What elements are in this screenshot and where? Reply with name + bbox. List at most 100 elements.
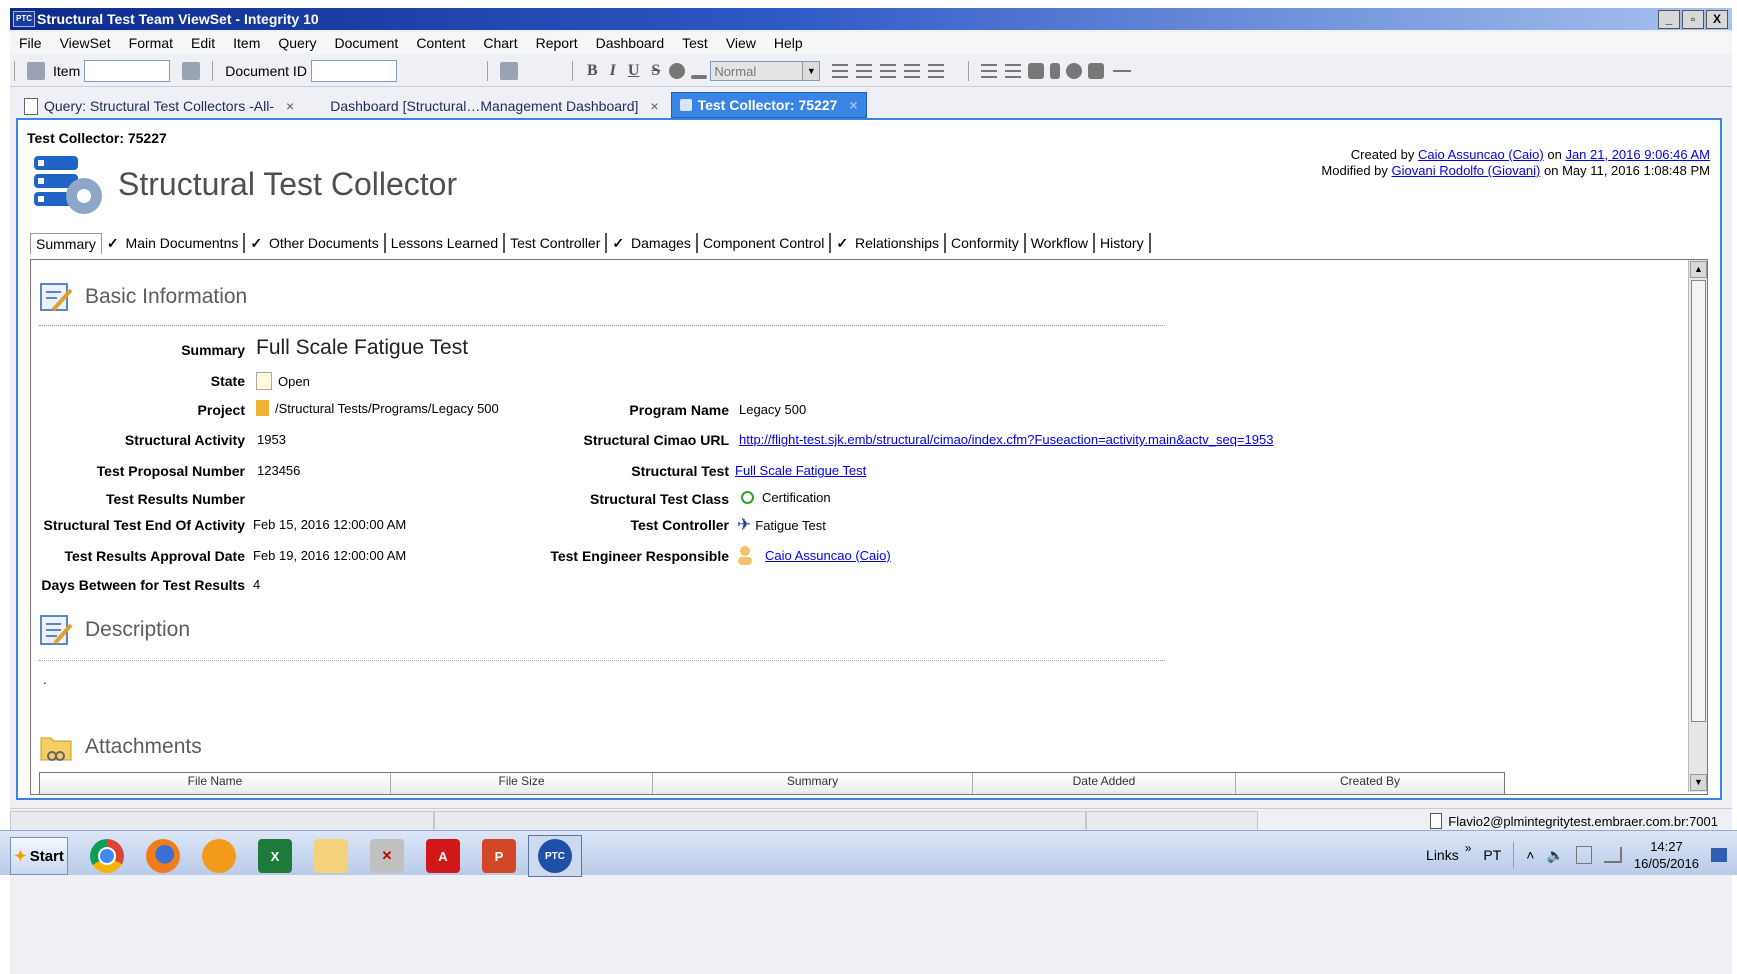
tab-test-controller[interactable]: Test Controller bbox=[505, 233, 608, 253]
menu-dashboard[interactable]: Dashboard bbox=[587, 35, 674, 51]
scroll-thumb[interactable] bbox=[1691, 280, 1706, 722]
title-bar: PTC Structural Test Team ViewSet - Integ… bbox=[10, 8, 1732, 30]
app3-taskbar-button[interactable] bbox=[192, 835, 246, 877]
menu-document[interactable]: Document bbox=[326, 35, 408, 51]
menu-edit[interactable]: Edit bbox=[182, 35, 224, 51]
basic-information-title: Basic Information bbox=[85, 285, 248, 308]
scroll-up-icon[interactable]: ▲ bbox=[1690, 261, 1707, 278]
insert-image-icon[interactable] bbox=[1028, 63, 1045, 79]
restore-button[interactable]: ▫ bbox=[1682, 10, 1704, 29]
strikethrough-button[interactable]: S bbox=[651, 62, 660, 80]
insert-table-icon[interactable] bbox=[1088, 63, 1105, 79]
tab-workflow[interactable]: Workflow bbox=[1026, 233, 1096, 253]
chevron-right-icon[interactable]: » bbox=[1465, 841, 1472, 855]
network-icon[interactable] bbox=[1575, 846, 1592, 864]
attachments-title: Attachments bbox=[85, 735, 202, 758]
chrome-taskbar-button[interactable] bbox=[80, 835, 134, 877]
project-folder-icon bbox=[256, 400, 269, 416]
tab-summary[interactable]: Summary bbox=[30, 232, 102, 254]
modified-by-link[interactable]: Giovani Rodolfo (Giovani) bbox=[1392, 163, 1541, 178]
tab-test-collector[interactable]: Test Collector: 75227 × bbox=[670, 92, 867, 118]
tab-component-control[interactable]: Component Control bbox=[698, 233, 832, 253]
outdent-icon[interactable] bbox=[904, 64, 921, 78]
chevron-down-icon[interactable]: ▼ bbox=[802, 62, 820, 80]
item-id-input[interactable] bbox=[84, 60, 171, 82]
close-icon[interactable]: × bbox=[849, 97, 857, 113]
menu-format[interactable]: Format bbox=[120, 35, 182, 51]
tab-relationships[interactable]: ✓ Relationships bbox=[831, 233, 947, 253]
paragraph-style-select[interactable]: Normal ▼ bbox=[710, 61, 821, 81]
structural-test-link[interactable]: Full Scale Fatigue Test bbox=[735, 463, 866, 478]
show-hidden-icons-icon[interactable]: ˄ bbox=[1526, 847, 1534, 863]
menu-help[interactable]: Help bbox=[765, 35, 812, 51]
align-right-icon[interactable] bbox=[880, 64, 897, 78]
column-summary[interactable]: Summary bbox=[653, 773, 973, 794]
go-item-icon[interactable] bbox=[182, 62, 201, 80]
tab-damages[interactable]: ✓ Damages bbox=[607, 233, 698, 253]
menu-test[interactable]: Test bbox=[673, 35, 717, 51]
tab-other-documents[interactable]: ✓ Other Documents bbox=[245, 233, 386, 253]
engineer-link[interactable]: Caio Assuncao (Caio) bbox=[765, 548, 891, 563]
menu-file[interactable]: File bbox=[10, 35, 51, 51]
structural-test-label: Structural Test bbox=[631, 463, 729, 479]
check-icon: ✓ bbox=[612, 235, 625, 251]
signal-icon[interactable] bbox=[1603, 847, 1622, 863]
menu-report[interactable]: Report bbox=[527, 35, 587, 51]
insert-attachment-icon[interactable] bbox=[1050, 63, 1061, 79]
menu-chart[interactable]: Chart bbox=[474, 35, 526, 51]
integrity-taskbar-button[interactable]: PTC bbox=[528, 835, 582, 877]
minimize-button[interactable]: _ bbox=[1658, 10, 1680, 29]
tab-dashboard[interactable]: Dashboard [Structural…Management Dashboa… bbox=[322, 94, 666, 118]
align-center-icon[interactable] bbox=[856, 64, 873, 78]
menu-item[interactable]: Item bbox=[224, 35, 269, 51]
close-button[interactable]: X bbox=[1706, 10, 1728, 29]
document-id-input[interactable] bbox=[310, 60, 397, 82]
cimao-url-link[interactable]: http://flight-test.sjk.emb/structural/ci… bbox=[739, 432, 1273, 447]
clock[interactable]: 14:27 16/05/2016 bbox=[1634, 838, 1699, 872]
app6-taskbar-button[interactable]: ✕ bbox=[360, 835, 414, 877]
menu-query[interactable]: Query bbox=[269, 35, 325, 51]
language-indicator[interactable]: PT bbox=[1483, 847, 1501, 863]
excel-taskbar-button[interactable]: X bbox=[248, 835, 302, 877]
close-icon[interactable]: × bbox=[286, 98, 294, 114]
created-date-link[interactable]: Jan 21, 2016 9:06:46 AM bbox=[1565, 147, 1710, 162]
vertical-scrollbar[interactable]: ▲ ▼ bbox=[1688, 260, 1707, 792]
bullet-list-icon[interactable] bbox=[1005, 64, 1022, 78]
start-button[interactable]: ✦ Start bbox=[10, 837, 68, 875]
acrobat-taskbar-button[interactable]: A bbox=[416, 835, 470, 877]
powerpoint-taskbar-button[interactable]: P bbox=[472, 835, 526, 877]
tab-query[interactable]: Query: Structural Test Collectors -All- … bbox=[16, 94, 302, 118]
underline-button[interactable]: U bbox=[628, 62, 640, 80]
column-file-name[interactable]: File Name bbox=[40, 773, 391, 794]
bold-button[interactable]: B bbox=[587, 62, 598, 80]
tab-main-documents[interactable]: ✓ Main Documentns bbox=[102, 233, 246, 253]
explorer-taskbar-button[interactable] bbox=[304, 835, 358, 877]
edit-item-icon[interactable] bbox=[27, 62, 45, 80]
numbered-list-icon[interactable] bbox=[981, 64, 998, 78]
column-created-by[interactable]: Created By bbox=[1236, 773, 1504, 794]
align-left-icon[interactable] bbox=[832, 64, 849, 78]
created-by-link[interactable]: Caio Assuncao (Caio) bbox=[1418, 147, 1544, 162]
menu-content[interactable]: Content bbox=[407, 35, 474, 51]
italic-button[interactable]: I bbox=[610, 62, 616, 80]
pen-color-icon[interactable] bbox=[691, 75, 708, 79]
go-document-icon[interactable] bbox=[499, 62, 518, 80]
column-file-size[interactable]: File Size bbox=[391, 773, 653, 794]
tab-conformity[interactable]: Conformity bbox=[946, 233, 1026, 253]
indent-icon[interactable] bbox=[928, 64, 945, 78]
firefox-taskbar-button[interactable] bbox=[136, 835, 190, 877]
scroll-down-icon[interactable]: ▼ bbox=[1690, 774, 1707, 791]
volume-icon[interactable]: 🔈 bbox=[1546, 847, 1563, 864]
links-toolbar[interactable]: Links bbox=[1426, 847, 1459, 863]
insert-link-icon[interactable] bbox=[1066, 63, 1083, 79]
show-desktop-icon[interactable] bbox=[1711, 848, 1727, 862]
tab-history[interactable]: History bbox=[1095, 233, 1151, 253]
highlight-icon[interactable] bbox=[669, 63, 686, 79]
close-icon[interactable]: × bbox=[650, 98, 658, 114]
column-date-added[interactable]: Date Added bbox=[973, 773, 1236, 794]
menu-view[interactable]: View bbox=[717, 35, 765, 51]
section-divider bbox=[39, 660, 1165, 661]
menu-viewset[interactable]: ViewSet bbox=[51, 35, 120, 51]
tab-lessons-learned[interactable]: Lessons Learned bbox=[386, 233, 506, 253]
horizontal-rule-icon[interactable] bbox=[1113, 70, 1132, 72]
